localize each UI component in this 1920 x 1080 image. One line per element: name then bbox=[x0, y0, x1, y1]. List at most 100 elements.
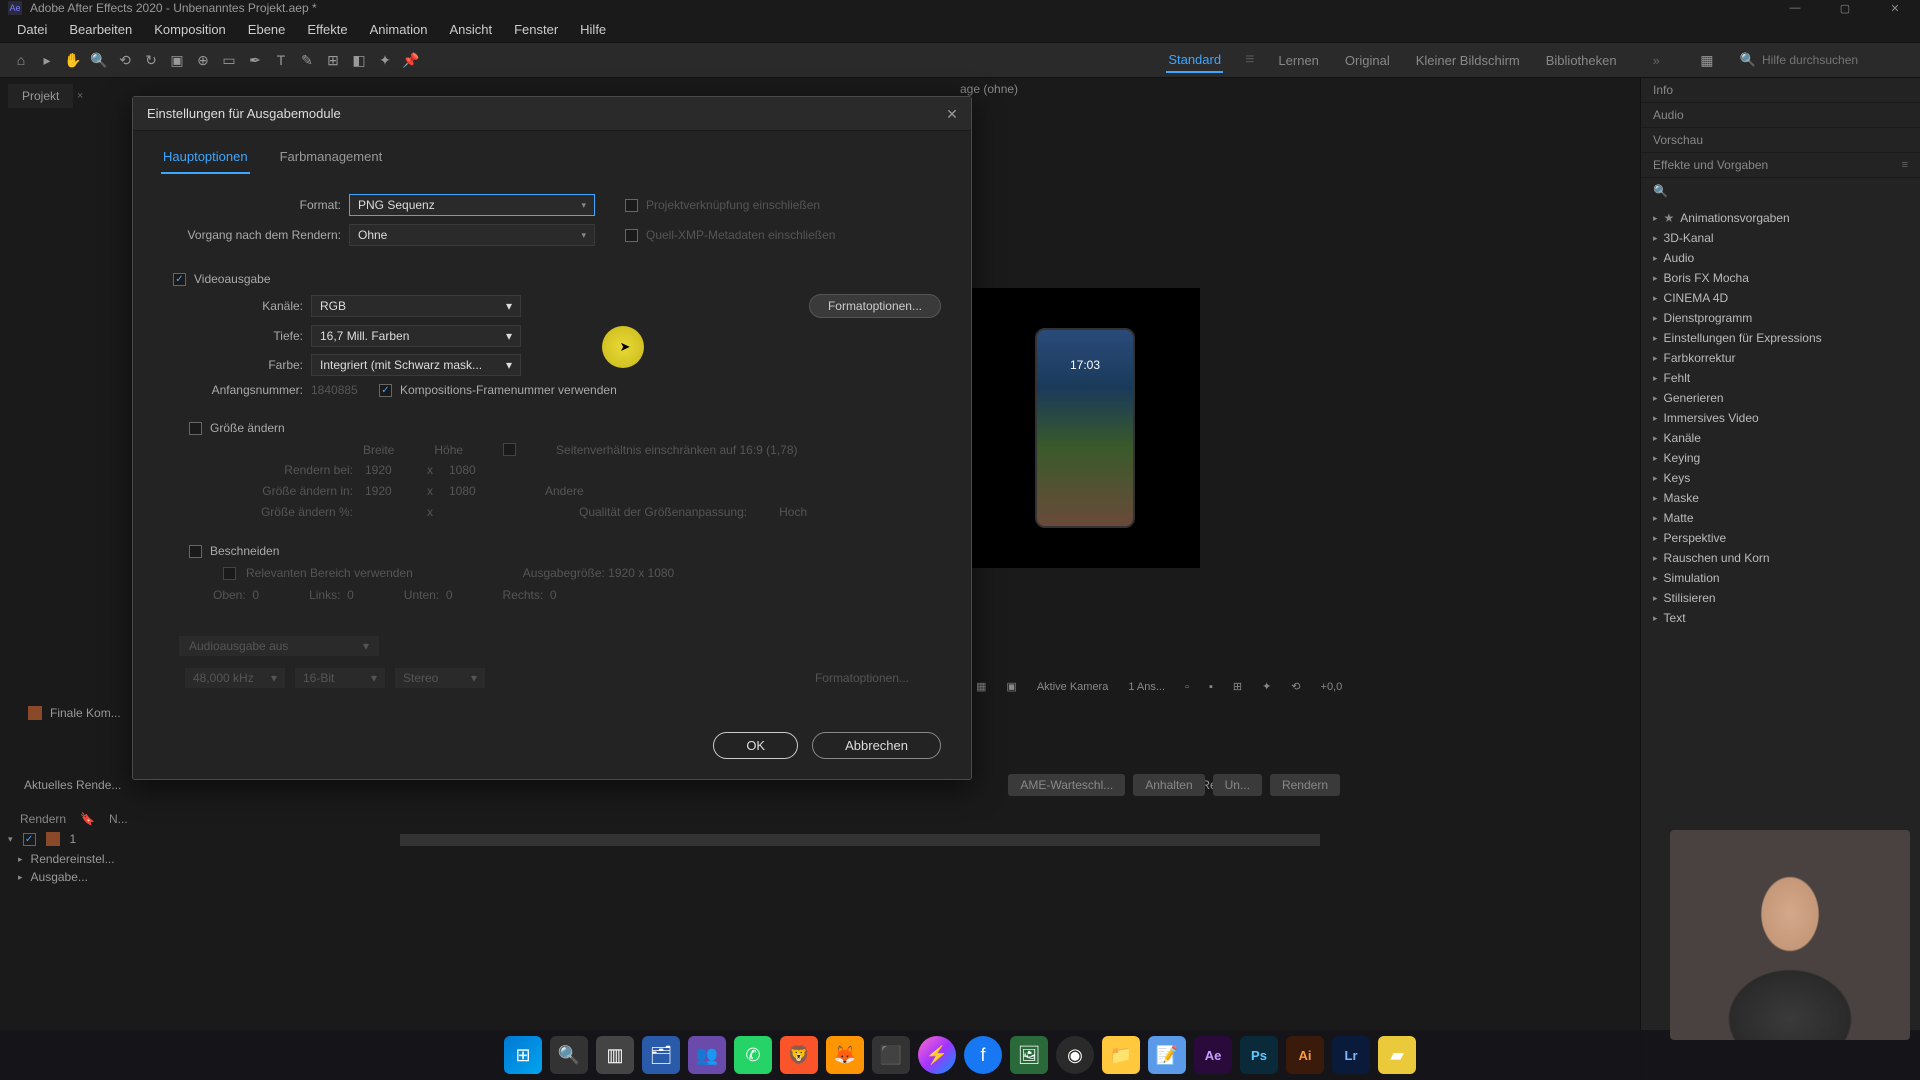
postrender-select[interactable]: Ohne▾ bbox=[349, 224, 595, 246]
effects-panel-header[interactable]: Effekte und Vorgaben≡ bbox=[1641, 153, 1920, 178]
ame-queue-button[interactable]: AME-Warteschl... bbox=[1008, 774, 1125, 796]
illustrator-icon[interactable]: Ai bbox=[1286, 1036, 1324, 1074]
tree-item[interactable]: ▸Generieren bbox=[1641, 388, 1920, 408]
orbit-tool-icon[interactable]: ⟲ bbox=[112, 47, 138, 73]
minimize-button[interactable]: — bbox=[1770, 0, 1820, 16]
channels-select[interactable]: RGB▾ bbox=[311, 295, 521, 317]
output-module-link[interactable]: Ausgabe... bbox=[31, 870, 88, 884]
app-icon[interactable]: 🖼 bbox=[1010, 1036, 1048, 1074]
pan-behind-tool-icon[interactable]: ⊕ bbox=[190, 47, 216, 73]
workspace-bibliotheken[interactable]: Bibliotheken bbox=[1544, 49, 1619, 72]
after-effects-icon[interactable]: Ae bbox=[1194, 1036, 1232, 1074]
tree-item[interactable]: ▸Keying bbox=[1641, 448, 1920, 468]
hand-tool-icon[interactable]: ✋ bbox=[60, 47, 86, 73]
app-icon[interactable]: ⬛ bbox=[872, 1036, 910, 1074]
workspace-lernen[interactable]: Lernen bbox=[1276, 49, 1320, 72]
tab-main-options[interactable]: Hauptoptionen bbox=[161, 141, 250, 174]
tree-item[interactable]: ▸CINEMA 4D bbox=[1641, 288, 1920, 308]
menu-animation[interactable]: Animation bbox=[359, 18, 439, 41]
menu-bearbeiten[interactable]: Bearbeiten bbox=[58, 18, 143, 41]
viewer-icon[interactable]: ⊞ bbox=[1227, 678, 1248, 695]
brush-tool-icon[interactable]: ✎ bbox=[294, 47, 320, 73]
format-select[interactable]: PNG Sequenz▾ bbox=[349, 194, 595, 216]
comp-item[interactable]: Finale Kom... bbox=[50, 706, 121, 720]
panel-menu-icon[interactable]: ≡ bbox=[1902, 159, 1908, 171]
zoom-tool-icon[interactable]: 🔍 bbox=[86, 47, 112, 73]
info-panel-header[interactable]: Info bbox=[1641, 78, 1920, 103]
use-comp-frame-checkbox[interactable] bbox=[379, 384, 392, 397]
expand-icon[interactable]: ▸ bbox=[18, 854, 23, 865]
tree-item[interactable]: ▸Einstellungen für Expressions bbox=[1641, 328, 1920, 348]
menu-komposition[interactable]: Komposition bbox=[143, 18, 237, 41]
tree-item[interactable]: ▸Perspektive bbox=[1641, 528, 1920, 548]
close-icon[interactable]: × bbox=[77, 90, 83, 102]
render-checkbox[interactable] bbox=[23, 833, 36, 846]
task-view-icon[interactable]: ▥ bbox=[596, 1036, 634, 1074]
pause-button[interactable]: Anhalten bbox=[1133, 774, 1204, 796]
puppet-tool-icon[interactable]: 📌 bbox=[398, 47, 424, 73]
close-button[interactable]: ✕ bbox=[1870, 0, 1920, 16]
workspace-original[interactable]: Original bbox=[1343, 49, 1392, 72]
tree-item[interactable]: ▸Fehlt bbox=[1641, 368, 1920, 388]
menu-fenster[interactable]: Fenster bbox=[503, 18, 569, 41]
eraser-tool-icon[interactable]: ◧ bbox=[346, 47, 372, 73]
tree-item[interactable]: ▸★Animationsvorgaben bbox=[1641, 208, 1920, 228]
viewer-icon[interactable]: ▪ bbox=[1203, 679, 1219, 695]
dialog-close-button[interactable]: ✕ bbox=[943, 105, 961, 123]
app-icon[interactable]: ▰ bbox=[1378, 1036, 1416, 1074]
expand-icon[interactable]: ▾ bbox=[8, 834, 13, 845]
project-panel-tab[interactable]: Projekt × bbox=[8, 84, 73, 108]
taskbar-search-icon[interactable]: 🔍 bbox=[550, 1036, 588, 1074]
viewer-icon[interactable]: ⟲ bbox=[1285, 678, 1306, 695]
photoshop-icon[interactable]: Ps bbox=[1240, 1036, 1278, 1074]
viewer-icon[interactable]: ▫ bbox=[1179, 679, 1195, 695]
tree-item[interactable]: ▸Matte bbox=[1641, 508, 1920, 528]
tree-item[interactable]: ▸Audio bbox=[1641, 248, 1920, 268]
tab-color-management[interactable]: Farbmanagement bbox=[278, 141, 385, 174]
viewer-mask-icon[interactable]: ▣ bbox=[1000, 678, 1022, 695]
stop-button[interactable]: Un... bbox=[1213, 774, 1262, 796]
firefox-icon[interactable]: 🦊 bbox=[826, 1036, 864, 1074]
tree-item[interactable]: ▸Stilisieren bbox=[1641, 588, 1920, 608]
roto-tool-icon[interactable]: ✦ bbox=[372, 47, 398, 73]
tree-item[interactable]: ▸Kanäle bbox=[1641, 428, 1920, 448]
start-button[interactable]: ⊞ bbox=[504, 1036, 542, 1074]
obs-icon[interactable]: ◉ bbox=[1056, 1036, 1094, 1074]
folder-icon[interactable]: 📁 bbox=[1102, 1036, 1140, 1074]
tree-item[interactable]: ▸Keys bbox=[1641, 468, 1920, 488]
tree-item[interactable]: ▸Boris FX Mocha bbox=[1641, 268, 1920, 288]
file-explorer-icon[interactable]: 🗂 bbox=[642, 1036, 680, 1074]
expand-icon[interactable]: ▸ bbox=[18, 872, 23, 883]
help-search-input[interactable] bbox=[1762, 53, 1902, 67]
messenger-icon[interactable]: ⚡ bbox=[918, 1036, 956, 1074]
tree-item[interactable]: ▸Maske bbox=[1641, 488, 1920, 508]
crop-checkbox[interactable] bbox=[189, 545, 202, 558]
workspace-grid-icon[interactable]: ▦ bbox=[1694, 47, 1720, 73]
audio-panel-header[interactable]: Audio bbox=[1641, 103, 1920, 128]
menu-ansicht[interactable]: Ansicht bbox=[438, 18, 503, 41]
teams-icon[interactable]: 👥 bbox=[688, 1036, 726, 1074]
color-select[interactable]: Integriert (mit Schwarz mask...▾ bbox=[311, 354, 521, 376]
depth-select[interactable]: 16,7 Mill. Farben▾ bbox=[311, 325, 521, 347]
video-output-checkbox[interactable] bbox=[173, 273, 186, 286]
menu-hilfe[interactable]: Hilfe bbox=[569, 18, 617, 41]
clone-tool-icon[interactable]: ⊞ bbox=[320, 47, 346, 73]
facebook-icon[interactable]: f bbox=[964, 1036, 1002, 1074]
tree-item[interactable]: ▸Farbkorrektur bbox=[1641, 348, 1920, 368]
rotate-tool-icon[interactable]: ↻ bbox=[138, 47, 164, 73]
pen-tool-icon[interactable]: ✒ bbox=[242, 47, 268, 73]
tree-item[interactable]: ▸Rauschen und Korn bbox=[1641, 548, 1920, 568]
format-options-button[interactable]: Formatoptionen... bbox=[809, 294, 941, 318]
maximize-button[interactable]: ▢ bbox=[1820, 0, 1870, 16]
brave-icon[interactable]: 🦁 bbox=[780, 1036, 818, 1074]
active-camera-select[interactable]: Aktive Kamera bbox=[1031, 679, 1115, 695]
workspace-standard[interactable]: Standard bbox=[1166, 48, 1223, 73]
notepad-icon[interactable]: 📝 bbox=[1148, 1036, 1186, 1074]
lightroom-icon[interactable]: Lr bbox=[1332, 1036, 1370, 1074]
whatsapp-icon[interactable]: ✆ bbox=[734, 1036, 772, 1074]
tree-item[interactable]: ▸Text bbox=[1641, 608, 1920, 628]
views-select[interactable]: 1 Ans... bbox=[1122, 679, 1171, 695]
render-button[interactable]: Rendern bbox=[1270, 774, 1340, 796]
dialog-titlebar[interactable]: Einstellungen für Ausgabemodule ✕ bbox=[133, 97, 971, 131]
menu-ebene[interactable]: Ebene bbox=[237, 18, 297, 41]
